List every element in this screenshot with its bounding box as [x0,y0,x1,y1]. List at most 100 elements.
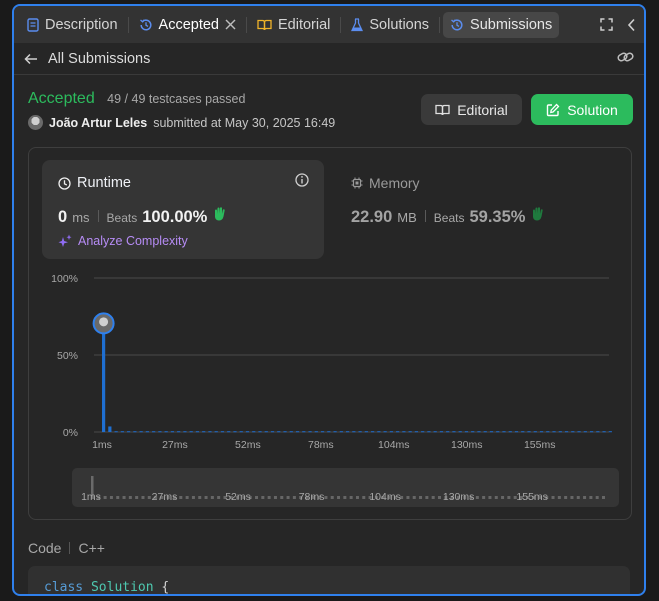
chart-bar [314,431,318,433]
chart-bar [471,431,475,433]
chart-bar [558,431,562,433]
chart-range-brush[interactable]: 1ms 27ms 52ms 78ms 104ms 130ms 155ms [72,468,619,507]
chart-bar [220,431,225,433]
chart-bar [152,431,156,433]
close-icon[interactable] [225,19,236,30]
brush-tick [210,496,214,499]
chart-bar [577,431,581,433]
memory-card[interactable]: Memory 22.90 MB Beats 59.35% [339,160,619,259]
chart-bar [327,431,331,433]
tab-description[interactable]: Description [20,12,125,38]
chart-bar [358,431,362,433]
chart-bar [127,431,131,433]
chart-bar [571,431,575,433]
chart-bar [345,431,350,433]
chart-bar [289,431,293,433]
chip-icon [351,177,363,189]
performance-panel: Runtime 0 ms Beats 100.00% Analyze Compl… [28,147,632,520]
chart-bar [214,431,218,433]
brush-tick [103,496,107,499]
clock-icon [58,176,71,190]
editorial-button[interactable]: Editorial [421,94,522,125]
chart-bar [252,431,256,433]
brush-track[interactable]: 1ms 27ms 52ms 78ms 104ms 130ms 155ms [72,468,619,507]
tab-solutions[interactable]: Solutions [344,12,436,38]
analyze-complexity-link[interactable]: Analyze Complexity [58,234,188,248]
brush-tick [273,496,277,499]
chart-bar [277,431,281,433]
brush-tick [583,496,587,499]
chevron-left-icon[interactable] [627,18,636,32]
brush-tick [589,496,593,499]
chart-bar [339,431,343,433]
book-icon [257,19,272,31]
runtime-distribution-chart[interactable]: 0% 50% 100% 1ms 27ms 52ms 78ms 104ms 130ms 155ms [29,266,631,456]
brush-tick [324,496,328,499]
brush-tick [570,496,574,499]
brush-tick [501,496,505,499]
code-keyword: class [44,580,84,595]
solution-button-label: Solution [567,101,618,118]
chart-bar [195,431,200,433]
chart-bar [589,431,594,433]
tab-accepted[interactable]: Accepted [132,12,243,38]
tab-editorial[interactable]: Editorial [250,12,337,38]
chart-bar [208,431,212,433]
fullscreen-icon[interactable] [600,18,613,31]
chart-bar [183,431,187,433]
author-name[interactable]: João Artur Leles [49,116,147,130]
chart-bar [408,431,412,433]
chart-bar [158,431,162,433]
brush-tick [507,496,511,499]
arrow-left-icon[interactable] [24,53,38,65]
code-label: Code [28,540,62,556]
brush-tick-label: 104ms [369,491,401,503]
clap-icon [212,206,228,222]
all-submissions-link[interactable]: All Submissions [48,51,150,67]
tab-editorial-label: Editorial [278,16,331,33]
chart-bar [270,431,275,433]
tab-submissions-label: Submissions [470,16,553,33]
code-language[interactable]: C++ [78,540,104,556]
memory-metric: 22.90 MB Beats 59.35% [351,206,546,227]
chart-bar [546,431,550,433]
chart-bar [308,431,312,433]
brush-tick [109,496,113,499]
brush-tick [551,496,555,499]
chart-bar [371,431,375,433]
solution-button[interactable]: Solution [531,94,633,125]
analyze-complexity-label: Analyze Complexity [78,234,188,248]
x-tick-label: 104ms [378,439,410,451]
runtime-card[interactable]: Runtime 0 ms Beats 100.00% Analyze Compl… [42,160,324,259]
chart-bar [464,431,469,433]
chart-bar [389,431,393,433]
brush-tick-label: 155ms [516,491,548,503]
code-section: Code C++ class Solution { [28,540,630,595]
link-icon[interactable] [617,50,634,64]
tab-submissions[interactable]: Submissions [443,11,560,38]
avatar[interactable] [28,115,43,130]
submission-subheader: All Submissions [14,43,644,75]
brush-tick [343,496,347,499]
history-icon [450,18,464,32]
brush-tick [286,496,290,499]
brush-tick [147,496,151,499]
code-block[interactable]: class Solution { [28,566,630,595]
chart-bar [139,431,143,433]
chart-bar [446,431,450,433]
brush-tick [261,496,265,499]
chart-bar [283,431,287,433]
chart-bar [227,431,231,433]
chart-bar [164,431,168,433]
chart-bar [452,431,456,433]
x-tick-label: 1ms [92,439,112,451]
brush-tick [412,496,416,499]
chart-bar [552,431,556,433]
brush-tick [362,496,366,499]
tab-divider [439,16,441,33]
memory-title-label: Memory [369,175,420,191]
chart-bar [295,431,300,433]
memory-beats-percent: 59.35% [469,208,526,226]
info-icon[interactable] [295,173,309,187]
book-icon [435,104,450,116]
